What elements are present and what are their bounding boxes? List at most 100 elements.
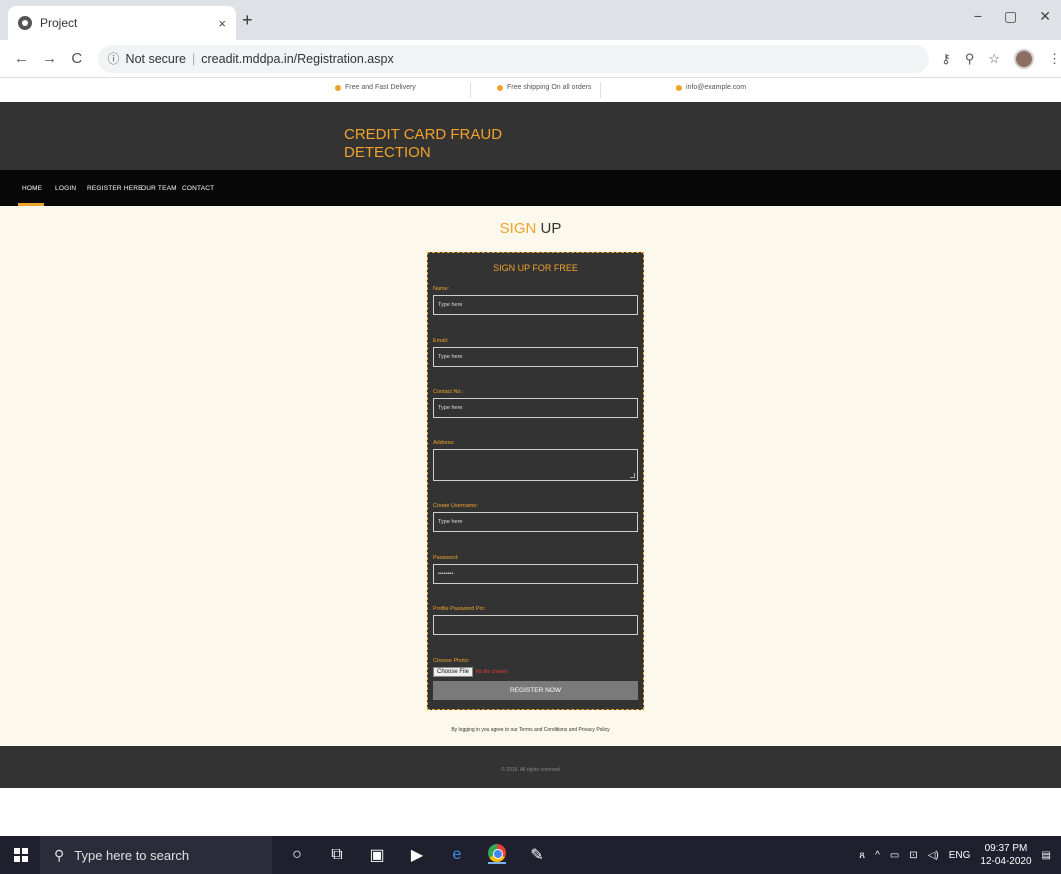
page-blank-area (0, 788, 1061, 836)
taskbar-search-input[interactable]: ⚲ Type here to search (40, 836, 272, 874)
email-input[interactable]: Type here (433, 347, 638, 367)
clock-time: 09:37 PM (984, 843, 1028, 854)
email-text[interactable]: info@example.com (686, 84, 746, 91)
security-label: Not secure (125, 51, 186, 66)
top-info-strip: Free and Fast Delivery Free shipping On … (0, 78, 1061, 102)
password-label: Password: (433, 555, 459, 561)
email-info: info@example.com (676, 84, 746, 91)
register-button[interactable]: REGISTER NOW (433, 681, 638, 700)
notification-icon[interactable]: ▤ (1042, 850, 1051, 861)
form-title: SIGN UP FOR FREE (493, 263, 578, 273)
clock-date: 12-04-2020 (980, 856, 1032, 867)
windows-logo-tile (22, 848, 28, 854)
system-tray: ጸ ^ ▭ ⊡ ◁) ENG 09:37 PM 12-04-2020 ▤ (859, 836, 1051, 874)
battery-icon[interactable]: ▭ (890, 850, 899, 861)
address-label: Address: (433, 440, 455, 446)
close-tab-icon[interactable]: × (218, 16, 226, 31)
clock[interactable]: 09:37 PM 12-04-2020 (980, 842, 1031, 868)
globe-icon (18, 16, 32, 30)
paint-icon[interactable]: ✎ (528, 846, 546, 864)
network-icon[interactable]: ⊡ (909, 850, 917, 861)
maximize-button[interactable]: ▢ (1004, 8, 1017, 25)
site-footer: © 2019. All rights reserved (0, 746, 1061, 788)
shipping-icon (497, 84, 503, 91)
chevron-up-icon[interactable]: ^ (875, 850, 880, 861)
nav-contact[interactable]: CONTACT (182, 185, 214, 192)
os-taskbar: ⚲ Type here to search ○ ⧉ ▣ ▶ e ✎ ጸ ^ ▭ … (0, 836, 1061, 874)
language-indicator[interactable]: ENG (949, 850, 971, 861)
site-title-line1: CREDIT CARD FRAUD (344, 126, 503, 143)
delivery-info: Free and Fast Delivery (335, 84, 416, 91)
store-icon[interactable]: ▣ (368, 846, 386, 864)
password-input[interactable]: •••••••• (433, 564, 638, 584)
address-textarea[interactable] (433, 449, 638, 481)
shipping-text: Free shipping On all orders (507, 84, 592, 91)
menu-icon[interactable]: ⋮ (1048, 51, 1061, 67)
url-input[interactable]: ⓘ Not secure | creadit.mddpa.in/Registra… (97, 44, 930, 73)
info-icon[interactable]: ⓘ (108, 50, 120, 67)
username-label: Create Username: (433, 503, 478, 509)
edge-icon[interactable]: e (448, 846, 466, 864)
url-separator: | (192, 51, 196, 66)
forward-button[interactable]: → (42, 50, 57, 67)
nav-home[interactable]: HOME (22, 185, 42, 192)
pin-label: Profile Password Pin: (433, 606, 486, 612)
divider (600, 82, 601, 98)
bookmark-star-icon[interactable]: ☆ (988, 51, 1000, 67)
browser-tab-bar: Project × + − ▢ ✕ (0, 0, 1061, 40)
site-title[interactable]: CREDIT CARD FRAUD DETECTION (344, 126, 544, 162)
windows-logo-tile (22, 856, 28, 862)
toolbar-icons: ⚷ ⚲ ☆ ⋮ (941, 48, 1061, 69)
nav-login[interactable]: LOGIN (55, 185, 76, 192)
task-view-icon[interactable]: ⧉ (328, 846, 346, 864)
tab-title: Project (40, 16, 78, 30)
copyright-text: © 2019. All rights reserved (501, 767, 560, 773)
choose-file-button[interactable]: Choose File (433, 667, 474, 677)
media-icon[interactable]: ▶ (408, 846, 426, 864)
cortana-icon[interactable]: ○ (288, 846, 306, 864)
contact-label: Contact No.: (433, 389, 464, 395)
minimize-button[interactable]: − (974, 8, 982, 25)
key-icon[interactable]: ⚷ (941, 51, 951, 67)
new-tab-button[interactable]: + (242, 10, 253, 31)
taskbar-apps: ○ ⧉ ▣ ▶ e ✎ (288, 836, 546, 874)
zoom-icon[interactable]: ⚲ (965, 51, 975, 67)
email-label: Email: (433, 338, 449, 344)
contact-input[interactable]: Type here (433, 398, 638, 418)
username-input[interactable]: Type here (433, 512, 638, 532)
page-title-accent: SIGN (499, 220, 537, 237)
divider (470, 82, 471, 98)
close-window-button[interactable]: ✕ (1039, 8, 1051, 25)
signup-form: SIGN UP FOR FREE Name: Type here Email: … (427, 252, 644, 710)
site-header: CREDIT CARD FRAUD DETECTION (0, 102, 1061, 170)
taskbar-search-placeholder: Type here to search (74, 847, 190, 863)
profile-avatar[interactable] (1014, 48, 1034, 69)
reload-button[interactable]: C (70, 50, 84, 67)
browser-tab[interactable]: Project × (8, 6, 236, 40)
delivery-text: Free and Fast Delivery (345, 84, 416, 91)
site-title-line2: DETECTION (344, 144, 431, 161)
pin-input[interactable] (433, 615, 638, 635)
page-title: SIGN UP (0, 220, 1061, 237)
terms-text: By logging in you agree to our Terms and… (451, 727, 610, 733)
windows-logo-tile (14, 848, 20, 854)
windows-start-icon[interactable] (14, 848, 28, 862)
chrome-app[interactable] (488, 844, 506, 864)
url-text: creadit.mddpa.in/Registration.aspx (201, 51, 394, 66)
file-picker: Choose File No file chosen (433, 667, 508, 677)
people-icon[interactable]: ጸ (859, 850, 865, 861)
main-content: SIGN UP SIGN UP FOR FREE Name: Type here… (0, 206, 1061, 746)
nav-register[interactable]: REGISTER HERE (87, 185, 143, 192)
name-label: Name: (433, 286, 450, 292)
back-button[interactable]: ← (14, 50, 29, 67)
no-file-text: No file chosen (476, 669, 508, 675)
volume-icon[interactable]: ◁) (928, 850, 939, 861)
mail-icon (676, 84, 682, 91)
main-nav: HOME LOGIN REGISTER HERE OUR TEAM CONTAC… (0, 170, 1061, 206)
nav-our-team[interactable]: OUR TEAM (141, 185, 177, 192)
windows-logo-tile (14, 856, 20, 862)
photo-label: Choose Photo: (433, 658, 470, 664)
chrome-icon (488, 844, 506, 862)
delivery-icon (335, 84, 341, 91)
name-input[interactable]: Type here (433, 295, 638, 315)
